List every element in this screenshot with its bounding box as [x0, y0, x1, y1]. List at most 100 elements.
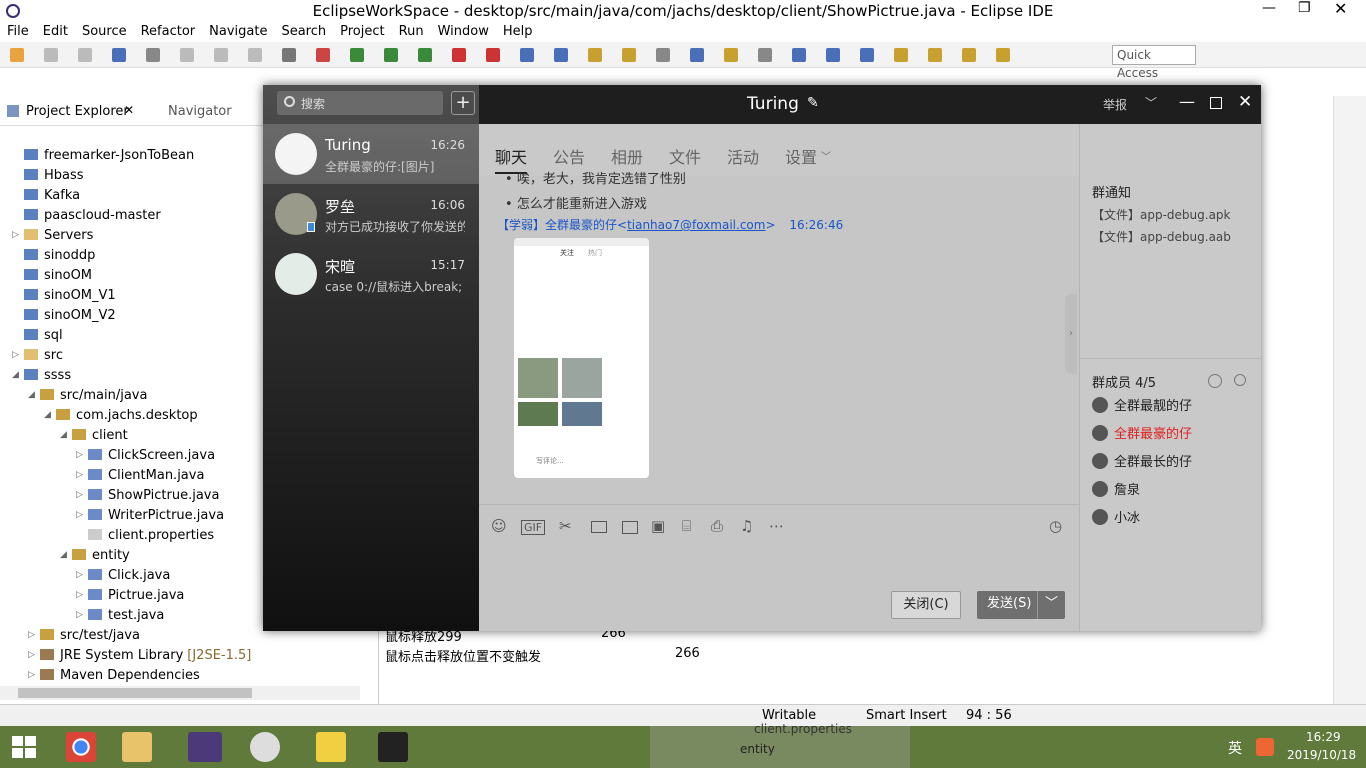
gif-icon[interactable]: GIF: [521, 520, 546, 535]
tree-item[interactable]: sinoOM_V1: [24, 286, 116, 306]
menu-item-search[interactable]: Search: [274, 22, 333, 42]
toolbar-icon[interactable]: [928, 48, 942, 62]
tree-item[interactable]: Maven Dependencies: [40, 666, 200, 686]
toolbar-icon[interactable]: [758, 48, 772, 62]
tree-item[interactable]: Hbass: [24, 166, 84, 186]
tree-item[interactable]: Kafka: [24, 186, 80, 206]
tree-item[interactable]: src: [24, 346, 63, 366]
add-button[interactable]: +: [451, 91, 475, 115]
expand-arrow-icon[interactable]: ▷: [76, 510, 83, 520]
report-link[interactable]: 举报: [1103, 96, 1127, 113]
tab-files[interactable]: 文件: [669, 144, 701, 168]
image-message[interactable]: 关注 热门 写评论...: [514, 238, 649, 478]
expand-arrow-icon[interactable]: ▷: [12, 230, 19, 240]
tree-item[interactable]: entity: [72, 546, 130, 566]
tree-item[interactable]: WriterPictrue.java: [88, 506, 224, 526]
notice-item[interactable]: 【文件】app-debug.aab: [1092, 228, 1231, 245]
toolbar-icon[interactable]: [180, 48, 194, 62]
toolbar-icon[interactable]: [316, 48, 330, 62]
menu-item-refactor[interactable]: Refactor: [134, 22, 203, 42]
toolbar-icon[interactable]: [146, 48, 160, 62]
quick-access-field[interactable]: Quick Access: [1112, 45, 1196, 80]
toolbar-icon[interactable]: [112, 48, 126, 62]
tab-album[interactable]: 相册: [611, 144, 643, 168]
expand-arrow-icon[interactable]: ◢: [60, 550, 67, 560]
expand-arrow-icon[interactable]: ▷: [76, 610, 83, 620]
toolbar-icon[interactable]: [248, 48, 262, 62]
expand-arrow-icon[interactable]: ▷: [28, 650, 35, 660]
maximize-icon[interactable]: [1210, 97, 1222, 109]
gift-icon[interactable]: ⌸: [682, 517, 691, 535]
qq-taskbar-icon[interactable]: [250, 732, 280, 762]
expand-arrow-icon[interactable]: ▷: [76, 450, 83, 460]
toolbar-icon[interactable]: [10, 48, 24, 62]
history-icon[interactable]: ◷: [1049, 517, 1062, 535]
toolbar-icon[interactable]: [724, 48, 738, 62]
expand-arrow-icon[interactable]: ◢: [44, 410, 51, 420]
member-item[interactable]: 全群最长的仔: [1092, 452, 1192, 474]
app-taskbar-icon[interactable]: [378, 732, 408, 762]
sogou-ime-icon[interactable]: [1256, 738, 1274, 756]
tree-item[interactable]: sinoddp: [24, 246, 95, 266]
red-packet-icon[interactable]: ⎙: [711, 517, 723, 535]
input-area[interactable]: ☺ GIF ✂ ▣ ⌸ ⎙ ♫ ⋯ ◷ 关闭(C) 发送(S) ﹀: [479, 504, 1079, 631]
maximize-button[interactable]: ❐: [1298, 0, 1311, 16]
tree-item[interactable]: sinoOM_V2: [24, 306, 116, 326]
more-tools-icon[interactable]: ⋯: [769, 517, 784, 535]
menu-item-file[interactable]: File: [0, 22, 36, 42]
tab-project-explorer[interactable]: Project Explorer: [26, 104, 129, 119]
toolbar-icon[interactable]: [554, 48, 568, 62]
tree-item[interactable]: test.java: [88, 606, 164, 626]
member-manage-icon[interactable]: [1208, 374, 1222, 388]
member-item[interactable]: 全群最豪的仔: [1092, 424, 1192, 446]
eclipse-taskbar-icon[interactable]: [188, 732, 222, 762]
clock-date[interactable]: 2019/10/18: [1287, 748, 1356, 762]
ime-indicator[interactable]: 英: [1228, 738, 1242, 758]
tree-item[interactable]: client.properties: [88, 526, 214, 546]
conversation-item-songxuan[interactable]: 宋暄 15:17 case 0://鼠标进入break;: [263, 244, 479, 304]
member-item[interactable]: 詹泉: [1092, 480, 1140, 502]
edit-name-icon[interactable]: ✎: [807, 95, 819, 111]
minimize-icon[interactable]: —: [1179, 92, 1195, 111]
tree-item[interactable]: src/test/java: [40, 626, 140, 646]
minimize-button[interactable]: —: [1262, 0, 1276, 16]
close-icon[interactable]: ✕: [1238, 92, 1252, 112]
tree-item[interactable]: Pictrue.java: [88, 586, 184, 606]
toolbar-icon[interactable]: [860, 48, 874, 62]
toolbar-icon[interactable]: [588, 48, 602, 62]
tab-notice[interactable]: 公告: [553, 144, 585, 168]
toolbar-icon[interactable]: [792, 48, 806, 62]
toolbar-icon[interactable]: [622, 48, 636, 62]
expand-arrow-icon[interactable]: ◢: [12, 370, 19, 380]
sender-email-link[interactable]: tianhao7@foxmail.com: [627, 218, 765, 232]
tree-item[interactable]: Servers: [24, 226, 93, 246]
tree-item[interactable]: src/main/java: [40, 386, 147, 406]
send-options-chevron-icon[interactable]: ﹀: [1037, 591, 1065, 619]
tree-item[interactable]: ShowPictrue.java: [88, 486, 219, 506]
expand-arrow-icon[interactable]: ▷: [76, 470, 83, 480]
menu-item-window[interactable]: Window: [431, 22, 496, 42]
emoji-icon[interactable]: ☺: [491, 517, 507, 535]
start-button[interactable]: [0, 726, 48, 768]
expand-arrow-icon[interactable]: ▷: [28, 670, 35, 680]
menu-item-run[interactable]: Run: [392, 22, 431, 42]
expand-arrow-icon[interactable]: ◢: [28, 390, 35, 400]
tree-item[interactable]: JRE System Library [J2SE-1.5]: [40, 646, 251, 666]
toolbar-icon[interactable]: [214, 48, 228, 62]
menu-item-navigate[interactable]: Navigate: [202, 22, 274, 42]
toolbar-icon[interactable]: [996, 48, 1010, 62]
member-item[interactable]: 小冰: [1092, 508, 1140, 530]
toolbar-icon[interactable]: [826, 48, 840, 62]
expand-arrow-icon[interactable]: ▷: [28, 630, 35, 640]
toolbar-icon[interactable]: [894, 48, 908, 62]
horizontal-scrollbar[interactable]: [0, 686, 360, 700]
member-item[interactable]: 全群最靓的仔: [1092, 396, 1192, 418]
folder-icon[interactable]: [591, 521, 607, 533]
tree-item[interactable]: Click.java: [88, 566, 170, 586]
tree-item[interactable]: ClientMan.java: [88, 466, 204, 486]
tree-item[interactable]: freemarker-JsonToBean: [24, 146, 194, 166]
tree-item[interactable]: paascloud-master: [24, 206, 161, 226]
tab-close-icon[interactable]: ✕: [124, 103, 134, 117]
menu-item-help[interactable]: Help: [496, 22, 540, 42]
menu-item-project[interactable]: Project: [333, 22, 391, 42]
